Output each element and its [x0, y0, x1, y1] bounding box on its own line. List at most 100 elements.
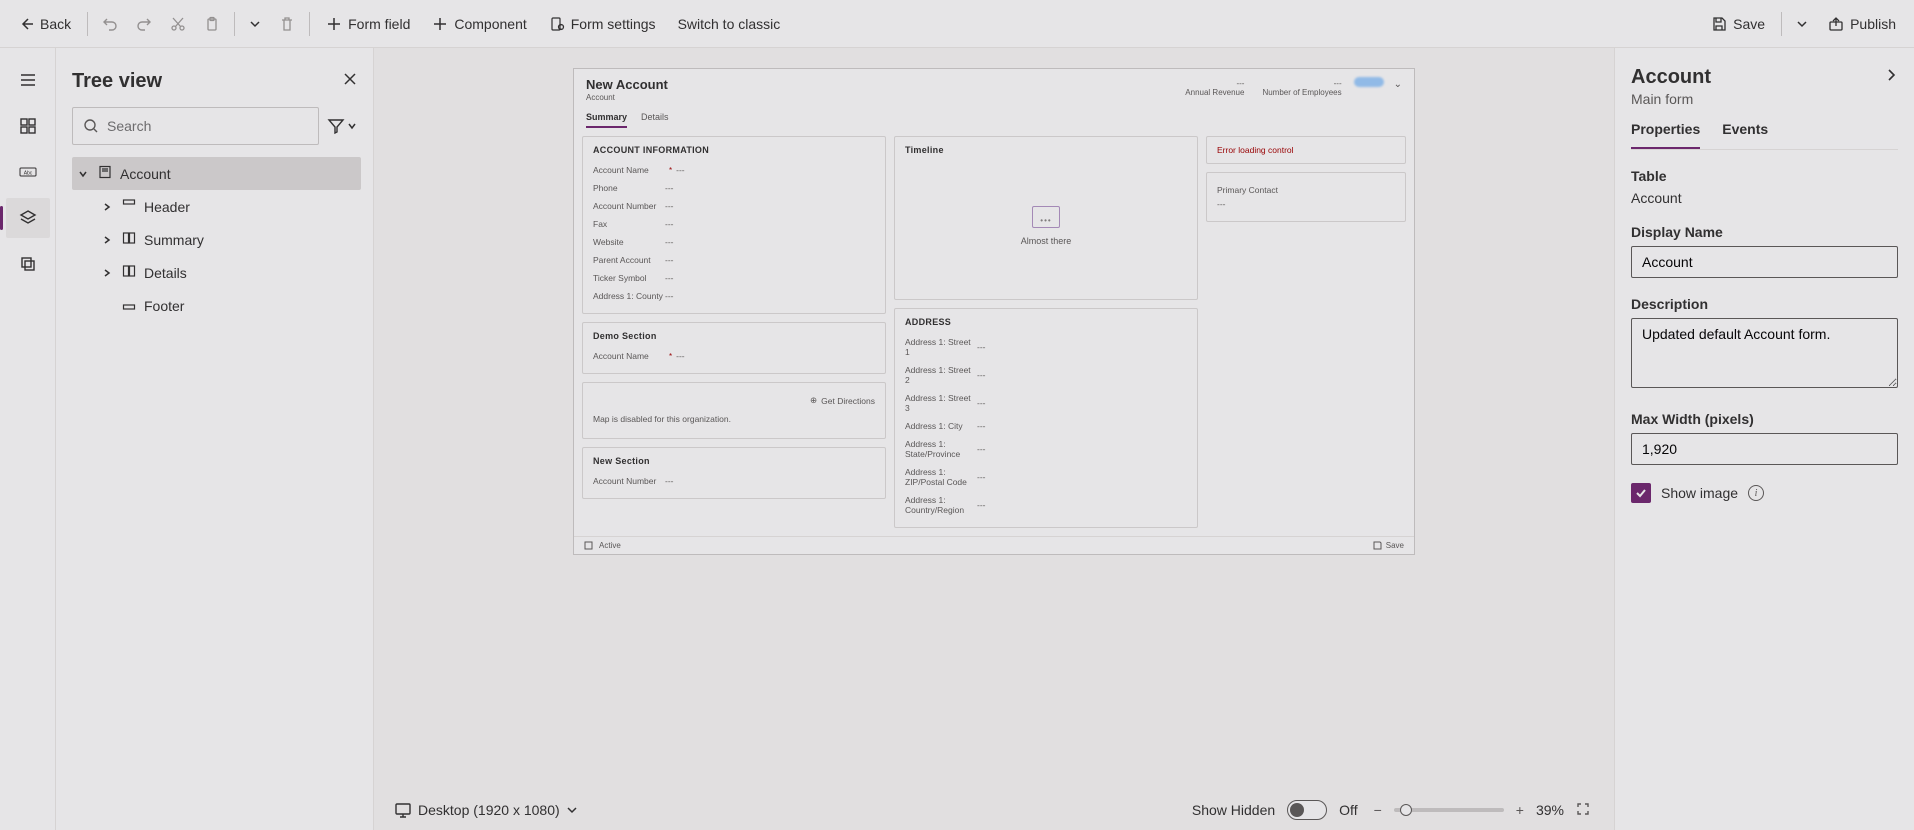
abc-icon: Abc: [18, 162, 38, 182]
save-options-button[interactable]: [1788, 12, 1816, 36]
switch-classic-button[interactable]: Switch to classic: [668, 10, 791, 38]
card-timeline[interactable]: Timeline Almost there: [894, 136, 1198, 300]
header-icon: [122, 198, 136, 212]
status-bar: Desktop (1920 x 1080) Show Hidden Off − …: [374, 790, 1614, 830]
left-rail: Abc: [0, 48, 56, 830]
command-bar: Back Form field Component Form settings …: [0, 0, 1914, 48]
preview-tab-summary[interactable]: Summary: [586, 112, 627, 128]
main-shell: Abc Tree view: [0, 48, 1914, 830]
tree-node-details[interactable]: Details: [72, 256, 361, 289]
paste-button[interactable]: [196, 10, 228, 38]
zoom-slider[interactable]: [1394, 808, 1504, 812]
delete-button[interactable]: [271, 10, 303, 38]
close-icon: [343, 72, 357, 86]
tree-node-label: Header: [144, 199, 190, 215]
redo-button[interactable]: [128, 10, 160, 38]
card-map[interactable]: ⊕Get Directions Map is disabled for this…: [582, 382, 886, 439]
chevron-down-icon: [347, 121, 357, 131]
cut-button[interactable]: [162, 10, 194, 38]
status-icon: [584, 541, 593, 550]
arrow-left-icon: [18, 16, 34, 32]
publish-button[interactable]: Publish: [1818, 10, 1906, 38]
card-primary-contact[interactable]: Primary Contact ---: [1206, 172, 1406, 222]
form-icon: [98, 165, 112, 179]
rail-hamburger[interactable]: [6, 60, 50, 100]
card-new-section[interactable]: New Section Account Number---: [582, 447, 886, 499]
form-field-button[interactable]: Form field: [316, 10, 420, 38]
chevron-down-icon: [249, 18, 261, 30]
card-demo-section[interactable]: Demo Section Account Name*---: [582, 322, 886, 374]
tree-node-summary[interactable]: Summary: [72, 223, 361, 256]
prop-displayname-label: Display Name: [1631, 224, 1898, 240]
tree-node-header[interactable]: Header: [72, 190, 361, 223]
chevron-down-icon: [78, 169, 88, 179]
tab-icon: [122, 264, 136, 278]
zoom-in-button[interactable]: +: [1512, 798, 1528, 822]
save-button[interactable]: Save: [1701, 10, 1775, 38]
chevron-right-icon: [1884, 68, 1898, 82]
paste-options-button[interactable]: [241, 12, 269, 36]
properties-panel: Account Main form Properties Events Tabl…: [1614, 48, 1914, 830]
tree-node-label: Details: [144, 265, 187, 281]
tab-icon: [122, 231, 136, 245]
back-label: Back: [40, 16, 71, 32]
rail-components[interactable]: [6, 106, 50, 146]
show-hidden-toggle[interactable]: [1287, 800, 1327, 820]
copy-icon: [18, 254, 38, 274]
show-image-checkbox[interactable]: [1631, 483, 1651, 503]
search-input[interactable]: [107, 118, 308, 134]
prop-collapse-button[interactable]: [1884, 68, 1898, 87]
form-settings-button[interactable]: Form settings: [539, 10, 666, 38]
chevron-right-icon: [102, 235, 112, 245]
plus-icon: [432, 16, 448, 32]
display-name-input[interactable]: [1631, 246, 1898, 278]
save-icon: [1373, 541, 1382, 550]
rail-fields[interactable]: Abc: [6, 152, 50, 192]
zoom-out-button[interactable]: −: [1370, 798, 1386, 822]
prop-subtitle: Main form: [1631, 91, 1898, 107]
form-preview[interactable]: New Account Account --- Annual Revenue -…: [573, 68, 1415, 555]
show-image-label: Show image: [1661, 485, 1738, 501]
prop-tab-events[interactable]: Events: [1722, 121, 1768, 149]
info-icon[interactable]: i: [1748, 485, 1764, 501]
prop-table-label: Table: [1631, 168, 1898, 184]
tree-filter-button[interactable]: [323, 111, 361, 141]
max-width-input[interactable]: [1631, 433, 1898, 465]
card-error[interactable]: Error loading control: [1206, 136, 1406, 164]
monitor-icon: [394, 801, 412, 819]
hamburger-icon: [18, 70, 38, 90]
redo-icon: [136, 16, 152, 32]
prop-table-value: Account: [1631, 190, 1898, 206]
preview-tab-details[interactable]: Details: [641, 112, 669, 128]
timeline-placeholder-icon: [1032, 206, 1060, 228]
undo-button[interactable]: [94, 10, 126, 38]
preview-header-chevron[interactable]: ⌄: [1394, 77, 1402, 90]
header-pill-blurred: [1354, 77, 1384, 87]
rail-tree-view[interactable]: [6, 198, 50, 238]
component-button[interactable]: Component: [422, 10, 536, 38]
prop-title: Account: [1631, 66, 1876, 89]
tree-close-button[interactable]: [339, 68, 361, 95]
card-address[interactable]: ADDRESS Address 1: Street 1--- Address 1…: [894, 308, 1198, 528]
prop-tab-properties[interactable]: Properties: [1631, 121, 1700, 149]
fit-button[interactable]: [1572, 798, 1594, 823]
delete-icon: [279, 16, 295, 32]
tree-node-label: Summary: [144, 232, 204, 248]
hdr-field-emp: Number of Employees: [1262, 88, 1341, 97]
viewport-selector[interactable]: Desktop (1920 x 1080): [394, 801, 578, 819]
tree-search-box[interactable]: [72, 107, 319, 145]
chevron-down-icon: [566, 804, 578, 816]
rail-libraries[interactable]: [6, 244, 50, 284]
zoom-value: 39%: [1536, 802, 1564, 818]
tree-node-footer[interactable]: Footer: [72, 289, 361, 322]
back-button[interactable]: Back: [8, 10, 81, 38]
card-account-info[interactable]: ACCOUNT INFORMATION Account Name*--- Pho…: [582, 136, 886, 314]
settings-doc-icon: [549, 16, 565, 32]
grid-icon: [18, 116, 38, 136]
tree-node-account[interactable]: Account: [72, 157, 361, 190]
tree-title: Tree view: [72, 70, 339, 93]
publish-label: Publish: [1850, 16, 1896, 32]
description-input[interactable]: [1631, 318, 1898, 388]
tree-panel: Tree view Account He: [56, 48, 374, 830]
form-field-label: Form field: [348, 16, 410, 32]
